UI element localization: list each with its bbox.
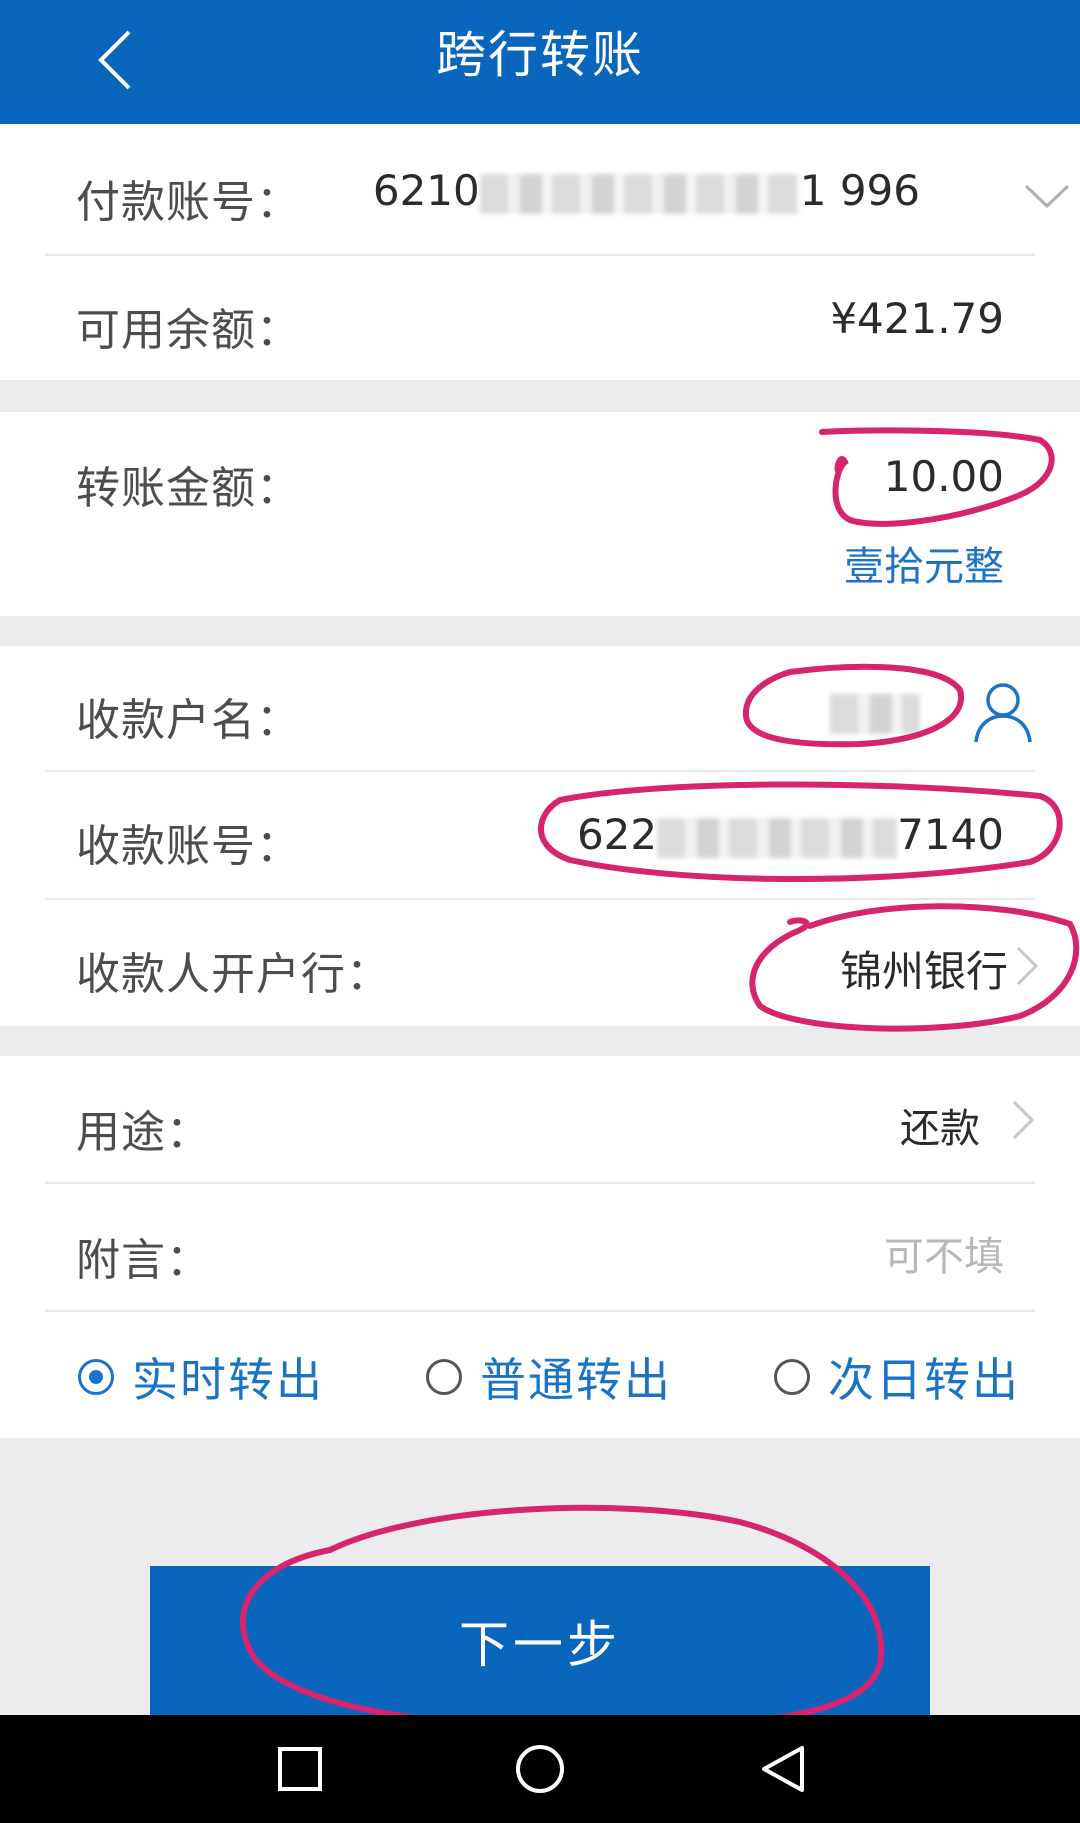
payer-account-row[interactable]: 付款账号： 6210 1 996 bbox=[0, 124, 1080, 254]
amount-input[interactable]: 10.00 bbox=[884, 452, 1004, 501]
back-nav-button[interactable] bbox=[752, 1739, 812, 1799]
payee-account-prefix: 622 bbox=[576, 810, 658, 859]
extra-panel: 用途： 还款 附言： 可不填 实时转出 普通转出 次日转出 bbox=[0, 1056, 1080, 1438]
contact-person-icon[interactable] bbox=[972, 680, 1034, 744]
memo-input[interactable]: 可不填 bbox=[884, 1224, 1004, 1282]
masked-digits bbox=[657, 817, 898, 858]
payer-account-label: 付款账号： bbox=[76, 177, 301, 228]
masked-payee-name bbox=[830, 694, 920, 734]
memo-row[interactable]: 附言： 可不填 bbox=[0, 1184, 1080, 1310]
chevron-down-icon[interactable] bbox=[1024, 184, 1070, 210]
payer-panel: 付款账号： 6210 1 996 可用余额： ¥421.79 bbox=[0, 124, 1080, 380]
purpose-label: 用途： bbox=[76, 1107, 211, 1158]
amount-label: 转账金额： bbox=[76, 463, 301, 514]
balance-label: 可用余额： bbox=[76, 305, 301, 356]
purpose-row[interactable]: 用途： 还款 bbox=[0, 1056, 1080, 1182]
masked-digits bbox=[479, 173, 800, 214]
memo-label: 附言： bbox=[76, 1235, 211, 1286]
payee-panel: 收款户名： 收款账号： 622 7140 收款人开户行： 锦州银行 bbox=[0, 646, 1080, 1026]
home-button[interactable] bbox=[510, 1739, 570, 1799]
payee-name-label: 收款户名： bbox=[76, 695, 301, 746]
payer-account-prefix: 6210 bbox=[372, 166, 480, 215]
balance-value: ¥421.79 bbox=[830, 294, 1004, 343]
payee-bank-value: 锦州银行 bbox=[839, 947, 1008, 996]
page-title: 跨行转账 bbox=[436, 26, 644, 84]
amount-chinese: 壹拾元整 bbox=[844, 544, 1004, 590]
balance-row: 可用余额： ¥421.79 bbox=[0, 256, 1080, 380]
radio-realtime-label: 实时转出 bbox=[132, 1353, 324, 1407]
transfer-type-row: 实时转出 普通转出 次日转出 bbox=[0, 1312, 1080, 1438]
radio-nextday-label: 次日转出 bbox=[828, 1353, 1020, 1407]
payee-name-row[interactable]: 收款户名： bbox=[0, 646, 1080, 770]
purpose-value: 还款 bbox=[900, 1106, 980, 1152]
circle-icon bbox=[516, 1745, 564, 1793]
next-step-button[interactable]: 下一步 bbox=[150, 1566, 930, 1716]
payee-account-value: 622 7140 bbox=[577, 810, 1004, 859]
system-nav-bar bbox=[0, 1715, 1080, 1823]
radio-realtime[interactable]: 实时转出 bbox=[78, 1344, 324, 1410]
radio-nextday[interactable]: 次日转出 bbox=[774, 1344, 1020, 1410]
radio-normal-label: 普通转出 bbox=[480, 1353, 672, 1407]
radio-checked-icon bbox=[78, 1359, 114, 1395]
payee-account-row[interactable]: 收款账号： 622 7140 bbox=[0, 772, 1080, 898]
recent-apps-button[interactable] bbox=[270, 1739, 330, 1799]
amount-panel: 转账金额： 10.00 壹拾元整 bbox=[0, 412, 1080, 616]
square-icon bbox=[278, 1747, 322, 1791]
triangle-back-icon bbox=[762, 1746, 804, 1792]
chevron-right-icon bbox=[1012, 1100, 1035, 1140]
payee-bank-label: 收款人开户行： bbox=[76, 949, 391, 1000]
payer-account-suffix: 1 996 bbox=[799, 166, 920, 215]
radio-unchecked-icon bbox=[774, 1359, 810, 1395]
payee-bank-row[interactable]: 收款人开户行： 锦州银行 bbox=[0, 900, 1080, 1026]
app-header: 跨行转账 bbox=[0, 0, 1080, 124]
payer-account-value: 6210 1 996 bbox=[373, 166, 920, 215]
radio-unchecked-icon bbox=[426, 1359, 462, 1395]
payee-account-label: 收款账号： bbox=[76, 821, 301, 872]
chevron-right-icon bbox=[1016, 946, 1039, 986]
radio-normal[interactable]: 普通转出 bbox=[426, 1344, 672, 1410]
payee-account-suffix: 7140 bbox=[897, 810, 1004, 859]
